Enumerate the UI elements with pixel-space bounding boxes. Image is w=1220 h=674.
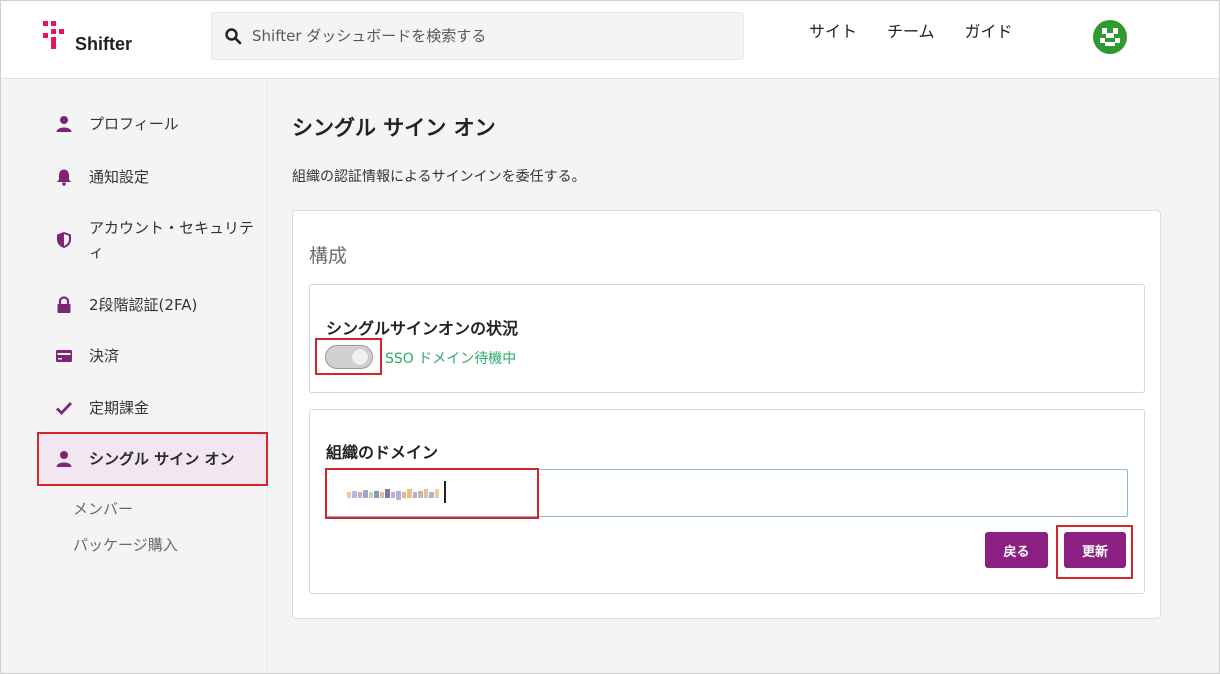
- update-button-highlight: 更新: [1056, 525, 1133, 579]
- top-nav: サイト チーム ガイド: [793, 21, 1043, 43]
- update-button[interactable]: 更新: [1064, 532, 1126, 568]
- sidebar-item-profile[interactable]: プロフィール: [39, 112, 267, 136]
- user-avatar[interactable]: [1093, 20, 1127, 54]
- logo-text: Shifter: [75, 34, 133, 54]
- user-icon: [56, 451, 72, 467]
- sidebar-item-notifications[interactable]: 通知設定: [39, 165, 267, 189]
- lock-icon: [57, 296, 71, 313]
- configuration-card: 構成 シングルサインオンの状況 SSO ドメイン待機中 組織のドメイン 戻る 更…: [292, 210, 1161, 619]
- search-input[interactable]: [252, 13, 743, 59]
- sidebar-item-label: シングル サイン オン: [89, 450, 235, 468]
- credit-card-icon: [56, 350, 72, 362]
- sidebar-item-2fa[interactable]: 2段階認証(2FA): [39, 293, 267, 317]
- sidebar-item-label: 定期課金: [89, 399, 150, 417]
- sso-status-panel: シングルサインオンの状況 SSO ドメイン待機中: [309, 284, 1145, 393]
- search-bar[interactable]: [211, 12, 744, 60]
- sidebar: プロフィール 通知設定 アカウント・セキュリティ 2段階認証(2FA) 決済 定…: [1, 80, 268, 673]
- bell-icon: [57, 169, 71, 186]
- domain-label: 組織のドメイン: [326, 443, 439, 462]
- back-button[interactable]: 戻る: [985, 532, 1048, 568]
- card-title: 構成: [309, 245, 348, 267]
- top-header: Shifter サイト チーム ガイド: [1, 1, 1219, 79]
- nav-team-link[interactable]: チーム: [887, 21, 935, 43]
- nav-guide-link[interactable]: ガイド: [965, 21, 1013, 43]
- sso-toggle[interactable]: [325, 345, 373, 369]
- search-icon: [225, 28, 242, 45]
- page-title: シングル サイン オン: [292, 116, 496, 140]
- sidebar-item-sso[interactable]: シングル サイン オン: [37, 432, 268, 486]
- nav-sites-link[interactable]: サイト: [809, 21, 857, 43]
- domain-panel: 組織のドメイン 戻る 更新: [309, 409, 1145, 594]
- shield-icon: [57, 232, 71, 248]
- check-icon: [56, 402, 73, 416]
- sidebar-item-label: 通知設定: [89, 168, 150, 186]
- sidebar-subitem-members[interactable]: メンバー: [73, 498, 133, 519]
- sidebar-item-label: 決済: [89, 347, 120, 365]
- sidebar-item-label: 2段階認証(2FA): [89, 296, 198, 314]
- sidebar-item-subscription[interactable]: 定期課金: [39, 396, 267, 420]
- sidebar-item-label: プロフィール: [89, 115, 179, 133]
- sso-status-text: SSO ドメイン待機中: [385, 351, 517, 367]
- shifter-logo-icon: [43, 21, 64, 49]
- shifter-logo[interactable]: Shifter: [43, 21, 153, 57]
- sidebar-subitem-package-purchase[interactable]: パッケージ購入: [73, 534, 178, 555]
- toggle-knob: [351, 348, 369, 366]
- sidebar-item-billing[interactable]: 決済: [39, 344, 267, 368]
- sidebar-item-account-security[interactable]: アカウント・セキュリティ: [39, 216, 267, 264]
- domain-input-highlight: [325, 468, 539, 519]
- page-description: 組織の認証情報によるサインインを委任する。: [292, 169, 586, 185]
- sso-toggle-highlight: [315, 338, 382, 375]
- user-icon: [56, 116, 72, 132]
- sidebar-item-label: アカウント・セキュリティ: [89, 219, 255, 261]
- sso-status-label: シングルサインオンの状況: [326, 319, 519, 338]
